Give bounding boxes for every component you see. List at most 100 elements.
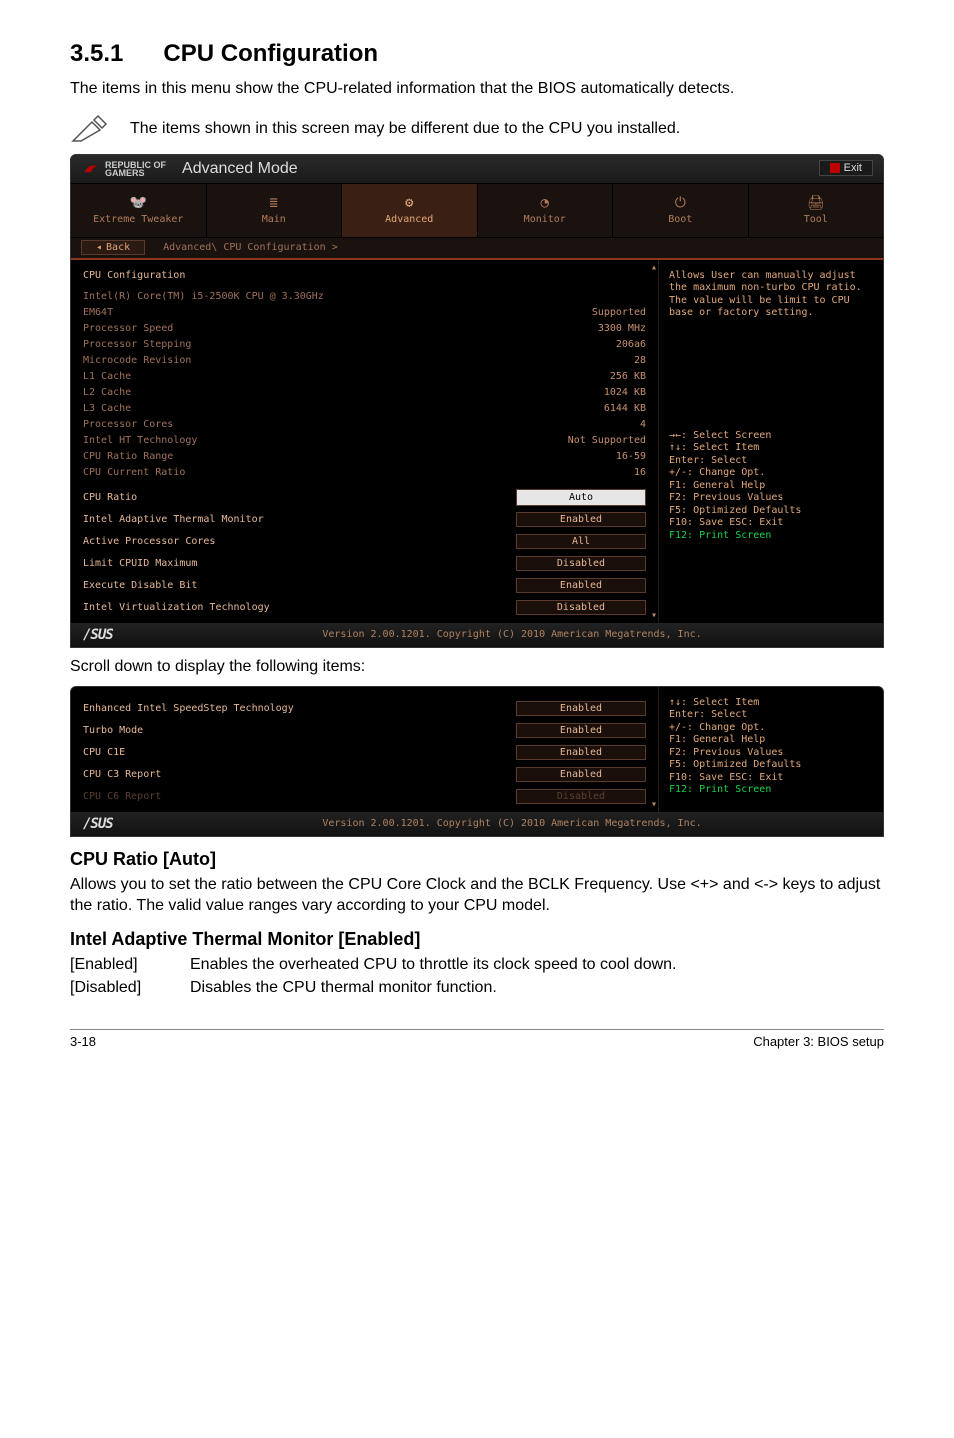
setting-row[interactable]: Execute Disable BitEnabled xyxy=(83,578,646,593)
setting-row: CPU C6 ReportDisabled xyxy=(83,789,646,804)
setting-label: Active Processor Cores xyxy=(83,536,516,547)
tab-icon: ⏻ xyxy=(675,195,686,211)
setting-label: Turbo Mode xyxy=(83,725,516,736)
keyhelp-line: F10: Save ESC: Exit xyxy=(669,517,873,530)
info-value: Supported xyxy=(496,307,646,318)
keyhelp-line: +/-: Change Opt. xyxy=(669,722,873,735)
setting-value[interactable]: Enabled xyxy=(516,578,646,593)
tab-label: Extreme Tweaker xyxy=(93,214,183,225)
bios-tabs: 🐭 Extreme Tweaker ≣ Main ⚙ Advanced ◔Monitor ⏻ B… xyxy=(71,183,883,238)
setting-row[interactable]: Limit CPUID MaximumDisabled xyxy=(83,556,646,571)
setting-label: Execute Disable Bit xyxy=(83,580,516,591)
option-desc: Disables the CPU thermal monitor functio… xyxy=(190,977,884,999)
info-row: EM64TSupported xyxy=(83,305,646,320)
setting-value[interactable]: All xyxy=(516,534,646,549)
info-value: 28 xyxy=(496,355,646,366)
tab-label: Boot xyxy=(668,214,692,225)
subsection-title: CPU Ratio [Auto] xyxy=(70,849,884,870)
option-key: [Disabled] xyxy=(70,977,190,999)
scroll-up-icon[interactable]: ▴ xyxy=(648,262,660,273)
keyhelp-line: F5: Optimized Defaults xyxy=(669,505,873,518)
info-row: Intel HT TechnologyNot Supported xyxy=(83,433,646,448)
option-row: [Enabled]Enables the overheated CPU to t… xyxy=(70,954,884,976)
scroll-down-icon[interactable]: ▾ xyxy=(648,799,660,810)
info-label: Intel HT Technology xyxy=(83,435,496,446)
info-label: Processor Speed xyxy=(83,323,496,334)
option-desc: Enables the overheated CPU to throttle i… xyxy=(190,954,884,976)
info-label: EM64T xyxy=(83,307,496,318)
setting-value[interactable]: Disabled xyxy=(516,600,646,615)
setting-value[interactable]: Enabled xyxy=(516,745,646,760)
setting-row[interactable]: CPU C3 ReportEnabled xyxy=(83,767,646,782)
setting-row[interactable]: Intel Virtualization TechnologyDisabled xyxy=(83,600,646,615)
setting-value[interactable]: Enabled xyxy=(516,512,646,527)
info-value: 4 xyxy=(496,419,646,430)
info-row: L3 Cache6144 KB xyxy=(83,401,646,416)
setting-label: CPU C1E xyxy=(83,747,516,758)
setting-row[interactable]: Active Processor CoresAll xyxy=(83,534,646,549)
option-table: [Enabled]Enables the overheated CPU to t… xyxy=(70,954,884,999)
rog-logo-icon xyxy=(83,161,99,177)
setting-row[interactable]: CPU C1EEnabled xyxy=(83,745,646,760)
key-help: →←: Select Screen↑↓: Select ItemEnter: S… xyxy=(669,430,873,543)
info-value: Not Supported xyxy=(496,435,646,446)
info-label: CPU Ratio Range xyxy=(83,451,496,462)
setting-value[interactable]: Enabled xyxy=(516,767,646,782)
info-value: 256 KB xyxy=(496,371,646,382)
tab-icon: ◔ xyxy=(541,195,549,211)
tab-tool[interactable]: 🖨 Tool xyxy=(749,184,884,237)
tab-boot[interactable]: ⏻ Boot xyxy=(613,184,749,237)
setting-value[interactable]: Enabled xyxy=(516,701,646,716)
info-row: Intel(R) Core(TM) i5-2500K CPU @ 3.30GHz xyxy=(83,289,646,304)
keyhelp-line: F2: Previous Values xyxy=(669,747,873,760)
option-row: [Disabled]Disables the CPU thermal monit… xyxy=(70,977,884,999)
keyhelp-line: F12: Print Screen xyxy=(669,784,873,797)
version-text: Version 2.00.1201. Copyright (C) 2010 Am… xyxy=(141,629,883,640)
back-arrow-icon: ◂ xyxy=(96,242,102,253)
setting-row[interactable]: CPU RatioAuto xyxy=(83,490,646,505)
info-label: Intel(R) Core(TM) i5-2500K CPU @ 3.30GHz xyxy=(83,291,496,302)
tab-advanced[interactable]: ⚙ Advanced xyxy=(342,184,478,237)
keyhelp-line: F2: Previous Values xyxy=(669,492,873,505)
keyhelp-line: →←: Select Screen xyxy=(669,430,873,443)
scroll-down-icon[interactable]: ▾ xyxy=(648,610,660,621)
info-value: 16-59 xyxy=(496,451,646,462)
tab-monitor[interactable]: ◔Monitor xyxy=(478,184,614,237)
tab-advanced-icon: ⚙ xyxy=(405,195,413,211)
tab-icon: 🐭 xyxy=(130,195,147,211)
info-value: 16 xyxy=(496,467,646,478)
setting-label: CPU Ratio xyxy=(83,492,516,503)
info-row: Microcode Revision28 xyxy=(83,353,646,368)
tab-extreme-tweaker[interactable]: 🐭 Extreme Tweaker xyxy=(71,184,207,237)
brand-text: REPUBLIC OF GAMERS xyxy=(105,161,166,177)
keyhelp-line: +/-: Change Opt. xyxy=(669,467,873,480)
back-button[interactable]: ◂ Back xyxy=(81,240,145,255)
info-label: Processor Cores xyxy=(83,419,496,430)
intro-text: The items in this menu show the CPU-rela… xyxy=(70,78,884,100)
keyhelp-line: ↑↓: Select Item xyxy=(669,697,873,710)
setting-value[interactable]: Auto xyxy=(516,489,646,506)
setting-value[interactable]: Enabled xyxy=(516,723,646,738)
bios-screenshot-1: REPUBLIC OF GAMERS Advanced Mode Exit 🐭E… xyxy=(70,154,884,648)
setting-label: CPU C6 Report xyxy=(83,791,516,802)
keyhelp-line: Enter: Select xyxy=(669,709,873,722)
chapter-label: Chapter 3: BIOS setup xyxy=(753,1034,884,1049)
subsection-title: Intel Adaptive Thermal Monitor [Enabled] xyxy=(70,929,884,950)
setting-row[interactable]: Turbo ModeEnabled xyxy=(83,723,646,738)
panel-heading: CPU Configuration xyxy=(83,270,646,281)
keyhelp-line: ↑↓: Select Item xyxy=(669,442,873,455)
setting-row[interactable]: Intel Adaptive Thermal MonitorEnabled xyxy=(83,512,646,527)
tab-label: Main xyxy=(262,214,286,225)
tab-label: Advanced xyxy=(385,214,433,225)
tab-icon: 🖨 xyxy=(807,195,825,211)
tab-main[interactable]: ≣ Main xyxy=(207,184,343,237)
setting-label: CPU C3 Report xyxy=(83,769,516,780)
setting-row[interactable]: Enhanced Intel SpeedStep TechnologyEnabl… xyxy=(83,701,646,716)
asus-logo: /SUS xyxy=(71,816,141,832)
tab-icon: ≣ xyxy=(270,195,278,211)
setting-value[interactable]: Disabled xyxy=(516,556,646,571)
keyhelp-line: F5: Optimized Defaults xyxy=(669,759,873,772)
info-label: Microcode Revision xyxy=(83,355,496,366)
tab-label: Tool xyxy=(804,214,828,225)
exit-button[interactable]: Exit xyxy=(819,160,873,176)
